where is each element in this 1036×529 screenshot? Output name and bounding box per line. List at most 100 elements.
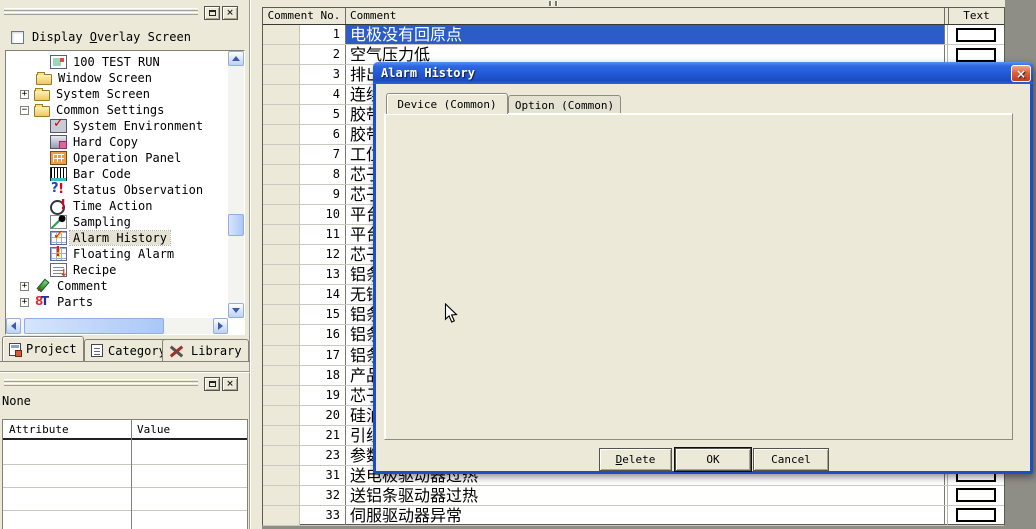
row-header-cell[interactable] xyxy=(263,125,300,144)
tree-hscrollbar[interactable] xyxy=(6,318,228,334)
pane-gripper[interactable] xyxy=(4,379,198,386)
pane-splitter[interactable] xyxy=(250,0,262,529)
comment-no-cell: 32 xyxy=(300,486,346,505)
tree-vscrollbar[interactable] xyxy=(228,51,244,318)
row-header-cell[interactable] xyxy=(263,446,300,465)
display-overlay-checkbox[interactable] xyxy=(11,31,24,44)
row-header-cell[interactable] xyxy=(263,105,300,124)
row-header-cell[interactable] xyxy=(263,486,300,505)
maximize-icon xyxy=(209,381,216,387)
row-header-cell[interactable] xyxy=(263,45,300,64)
tree-item-bar-code[interactable]: Bar Code xyxy=(6,166,244,182)
row-header-cell[interactable] xyxy=(263,185,300,204)
row-header-cell[interactable] xyxy=(263,65,300,84)
row-header-cell[interactable] xyxy=(263,145,300,164)
project-tree: 100 TEST RUNWindow Screen+System Screen−… xyxy=(5,50,245,335)
tree-item-label: Window Screen xyxy=(55,71,155,85)
row-header-cell[interactable] xyxy=(263,225,300,244)
pane-maximize-button[interactable] xyxy=(204,377,220,391)
tab-device-common[interactable]: Device (Common) xyxy=(386,93,508,114)
folder-icon xyxy=(34,90,50,101)
tree-item-parts[interactable]: +Parts xyxy=(6,294,244,310)
row-header-cell[interactable] xyxy=(263,366,300,385)
column-divider xyxy=(131,420,132,529)
library-icon xyxy=(169,344,186,358)
comment-row[interactable]: 32送铝条驱动器过热 xyxy=(263,486,1004,506)
tree-expander-icon[interactable]: + xyxy=(20,282,29,291)
scroll-down-icon[interactable] xyxy=(228,303,244,318)
ok-button[interactable]: OK xyxy=(675,448,751,471)
tree-item-system-screen[interactable]: +System Screen xyxy=(6,86,244,102)
row-header-cell[interactable] xyxy=(263,386,300,405)
row-header-cell[interactable] xyxy=(263,85,300,104)
system-environment-icon xyxy=(50,119,67,133)
folder-icon xyxy=(36,74,52,85)
pane-maximize-button[interactable] xyxy=(204,6,220,20)
floating-alarm-icon xyxy=(50,247,67,261)
tree-expander-icon[interactable]: + xyxy=(20,298,29,307)
scroll-right-icon[interactable] xyxy=(213,318,228,334)
tree-hscroll-thumb[interactable] xyxy=(24,318,164,334)
row-header-cell[interactable] xyxy=(263,25,300,44)
dialog-titlebar[interactable]: Alarm History × xyxy=(373,62,1033,84)
pane-close-button[interactable]: × xyxy=(222,377,238,391)
parts-icon xyxy=(34,295,51,309)
delete-button[interactable]: Delete xyxy=(599,448,672,471)
attribute-table-body[interactable] xyxy=(3,442,247,529)
row-header-cell[interactable] xyxy=(263,285,300,304)
scroll-left-icon[interactable] xyxy=(6,318,21,334)
comment-row[interactable]: 1电极没有回原点 xyxy=(263,25,1004,45)
splitter-grip-icon[interactable] xyxy=(549,1,552,6)
tree-item-operation-panel[interactable]: Operation Panel xyxy=(6,150,244,166)
tree-item-floating-alarm[interactable]: Floating Alarm xyxy=(6,246,244,262)
text-cell xyxy=(947,25,1004,44)
tree-item-system-environment[interactable]: System Environment xyxy=(6,118,244,134)
tree-item-time-action[interactable]: Time Action xyxy=(6,198,244,214)
tree-expander-icon[interactable]: + xyxy=(20,90,29,99)
cancel-button[interactable]: Cancel xyxy=(753,448,829,471)
text-preview-box[interactable] xyxy=(956,28,996,42)
row-header-cell[interactable] xyxy=(263,346,300,365)
tree-item-status-observation[interactable]: Status Observation xyxy=(6,182,244,198)
attribute-column-header: Attribute xyxy=(3,420,131,438)
tree-item-sampling[interactable]: Sampling xyxy=(6,214,244,230)
comment-text-cell[interactable]: 电极没有回原点 xyxy=(346,25,945,44)
tree-item-common-settings[interactable]: −Common Settings xyxy=(6,102,244,118)
tree-item-window-screen[interactable]: Window Screen xyxy=(6,70,244,86)
comment-text-cell[interactable]: 送铝条驱动器过热 xyxy=(346,486,945,505)
comment-text-cell[interactable]: 伺服驱动器异常 xyxy=(346,506,945,525)
row-header-cell[interactable] xyxy=(263,265,300,284)
row-header-cell[interactable] xyxy=(263,165,300,184)
tree-item-alarm-history[interactable]: Alarm History xyxy=(6,230,244,246)
row-header-cell[interactable] xyxy=(263,305,300,324)
row-header-cell[interactable] xyxy=(263,406,300,425)
tab-option-common[interactable]: Option (Common) xyxy=(508,95,621,114)
text-cell xyxy=(947,506,1004,525)
comment-no-cell: 8 xyxy=(300,165,346,184)
row-header-cell[interactable] xyxy=(263,426,300,445)
comment-no-cell: 15 xyxy=(300,305,346,324)
comment-row[interactable]: 33伺服驱动器异常 xyxy=(263,506,1004,526)
tab-library[interactable]: Library xyxy=(162,339,249,361)
tab-category[interactable]: Category xyxy=(84,339,173,361)
row-header-cell[interactable] xyxy=(263,245,300,264)
scroll-up-icon[interactable] xyxy=(228,51,244,66)
tree-item-100-test-run[interactable]: 100 TEST RUN xyxy=(6,54,244,70)
tree-vscroll-thumb[interactable] xyxy=(228,214,244,236)
text-preview-box[interactable] xyxy=(956,48,996,62)
text-preview-box[interactable] xyxy=(956,488,996,502)
tree-item-hard-copy[interactable]: Hard Copy xyxy=(6,134,244,150)
splitter-grip-icon[interactable] xyxy=(555,1,558,6)
text-preview-box[interactable] xyxy=(956,508,996,522)
pane-gripper[interactable] xyxy=(4,8,198,15)
tree-expander-icon[interactable]: − xyxy=(20,106,29,115)
tree-item-comment[interactable]: +Comment xyxy=(6,278,244,294)
dialog-close-button[interactable]: × xyxy=(1011,65,1031,82)
tab-project[interactable]: Project xyxy=(2,336,84,361)
row-header-cell[interactable] xyxy=(263,466,300,485)
pane-close-button[interactable]: × xyxy=(222,6,238,20)
row-header-cell[interactable] xyxy=(263,506,300,525)
row-header-cell[interactable] xyxy=(263,205,300,224)
tree-item-recipe[interactable]: Recipe xyxy=(6,262,244,278)
row-header-cell[interactable] xyxy=(263,325,300,344)
